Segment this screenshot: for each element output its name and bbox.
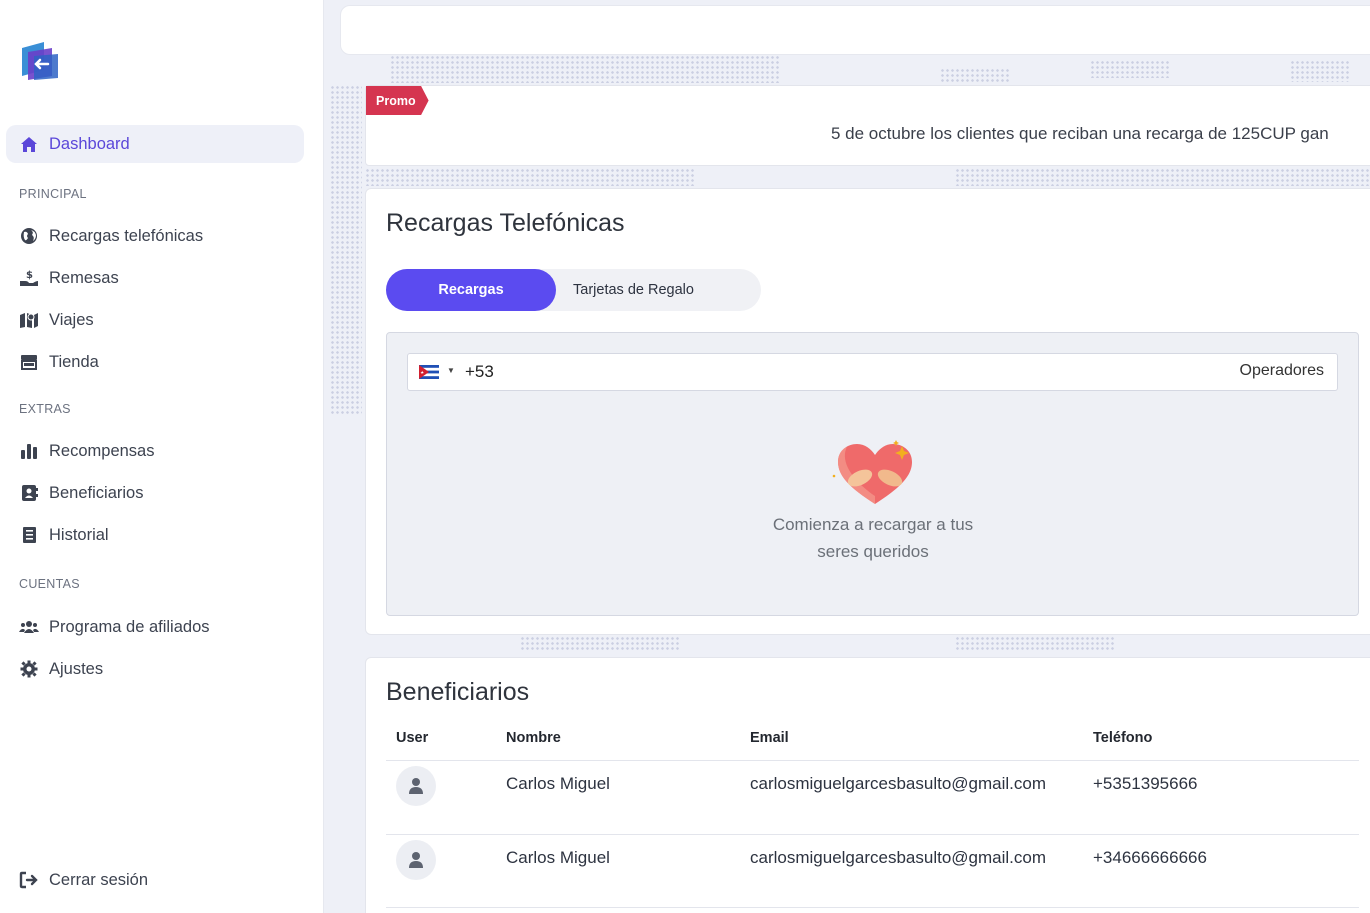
heart-hug-illustration <box>830 438 920 508</box>
sidebar-item-afiliados[interactable]: Programa de afiliados <box>6 608 304 646</box>
empty-state-line-1: Comienza a recargar a tus <box>772 515 974 534</box>
sidebar-item-dashboard[interactable]: Dashboard <box>6 125 304 163</box>
row-nombre: Carlos Miguel <box>506 774 610 793</box>
map-dots-decoration <box>955 636 1115 652</box>
empty-state-line-2: seres queridos <box>817 542 929 561</box>
map-location-icon <box>19 310 39 330</box>
sidebar-item-beneficiarios[interactable]: Beneficiarios <box>6 474 304 512</box>
column-header-email: Email <box>750 730 789 746</box>
avatar <box>396 840 436 880</box>
sidebar-item-remesas[interactable]: $ Remesas <box>6 259 304 297</box>
cuba-flag-icon[interactable] <box>419 365 439 379</box>
promo-banner: Promo 5 de octubre los clientes que reci… <box>365 85 1370 166</box>
sidebar: Dashboard PRINCIPAL Recargas telefónicas… <box>0 0 324 913</box>
beneficiarios-title: Beneficiarios <box>386 678 530 706</box>
sidebar-item-ajustes[interactable]: Ajustes <box>6 650 304 688</box>
map-dots-decoration <box>955 168 1370 186</box>
app-logo[interactable] <box>18 40 60 82</box>
map-dots-decoration <box>1290 60 1350 82</box>
beneficiarios-card: Beneficiarios User Nombre Email Teléfono… <box>365 657 1370 913</box>
map-dots-decoration <box>330 85 362 415</box>
row-nombre: Carlos Miguel <box>506 848 610 867</box>
section-label-cuentas: CUENTAS <box>19 577 80 591</box>
bar-chart-icon <box>19 441 39 461</box>
sidebar-item-label: Dashboard <box>49 134 130 153</box>
user-icon <box>409 852 423 868</box>
svg-text:$: $ <box>26 270 33 281</box>
home-icon <box>19 134 39 154</box>
tab-recargas[interactable]: Recargas <box>386 269 556 311</box>
sidebar-item-recargas[interactable]: Recargas telefónicas <box>6 217 304 255</box>
receipt-icon <box>19 525 39 545</box>
sidebar-item-label: Remesas <box>49 268 119 287</box>
avatar <box>396 766 436 806</box>
map-dots-decoration <box>365 168 695 186</box>
address-book-icon <box>19 483 39 503</box>
table-divider <box>386 907 1359 908</box>
row-email: carlosmiguelgarcesbasulto@gmail.com <box>750 848 1046 867</box>
store-icon <box>19 352 39 372</box>
recarga-panel: ▼ Operadores Comienza a recargar a tus s… <box>386 332 1359 616</box>
recargas-title: Recargas Telefónicas <box>386 209 625 237</box>
sidebar-item-label: Ajustes <box>49 659 104 678</box>
column-header-nombre: Nombre <box>506 730 561 746</box>
sidebar-item-recompensas[interactable]: Recompensas <box>6 432 304 470</box>
table-divider <box>386 760 1359 761</box>
promo-text: 5 de octubre los clientes que reciban un… <box>831 124 1329 143</box>
country-dropdown-caret-icon[interactable]: ▼ <box>447 366 455 375</box>
sidebar-item-historial[interactable]: Historial <box>6 516 304 554</box>
globe-icon <box>19 226 39 246</box>
phone-input-group: ▼ Operadores <box>407 353 1338 391</box>
row-telefono: +5351395666 <box>1093 774 1198 793</box>
tab-tarjetas-regalo[interactable]: Tarjetas de Regalo <box>556 269 711 311</box>
section-label-principal: PRINCIPAL <box>19 187 87 201</box>
sidebar-item-label: Recompensas <box>49 441 155 460</box>
sidebar-item-label: Recargas telefónicas <box>49 226 204 245</box>
top-bar <box>340 5 1370 55</box>
map-dots-decoration <box>520 636 680 652</box>
sidebar-item-tienda[interactable]: Tienda <box>6 343 304 381</box>
map-dots-decoration <box>390 55 780 83</box>
row-email: carlosmiguelgarcesbasulto@gmail.com <box>750 774 1046 793</box>
promo-tag: Promo <box>366 86 429 115</box>
user-icon <box>409 778 423 794</box>
column-header-user: User <box>396 730 429 746</box>
table-divider <box>386 834 1359 835</box>
logout-label: Cerrar sesión <box>49 870 149 889</box>
section-label-extras: EXTRAS <box>19 402 71 416</box>
column-header-telefono: Teléfono <box>1093 730 1153 746</box>
logout-icon <box>19 870 39 890</box>
gear-icon <box>19 659 39 679</box>
logout-button[interactable]: Cerrar sesión <box>6 861 304 899</box>
hand-holding-dollar-icon: $ <box>19 268 39 288</box>
recargas-card: Recargas Telefónicas Recargas Tarjetas d… <box>365 188 1370 635</box>
operadores-button[interactable]: Operadores <box>1240 362 1325 380</box>
phone-number-input[interactable] <box>465 362 1165 382</box>
sidebar-item-viajes[interactable]: Viajes <box>6 301 304 339</box>
sidebar-item-label: Beneficiarios <box>49 483 144 502</box>
sidebar-item-label: Historial <box>49 525 109 544</box>
recargas-tabs: Recargas Tarjetas de Regalo <box>386 269 761 311</box>
map-dots-decoration <box>1090 60 1170 78</box>
sidebar-item-label: Viajes <box>49 310 94 329</box>
users-icon <box>19 617 39 637</box>
map-dots-decoration <box>940 68 1010 82</box>
sidebar-item-label: Tienda <box>49 352 99 371</box>
sidebar-item-label: Programa de afiliados <box>49 617 210 636</box>
empty-state-message: Comienza a recargar a tus seres queridos <box>723 511 1023 565</box>
row-telefono: +34666666666 <box>1093 848 1207 867</box>
